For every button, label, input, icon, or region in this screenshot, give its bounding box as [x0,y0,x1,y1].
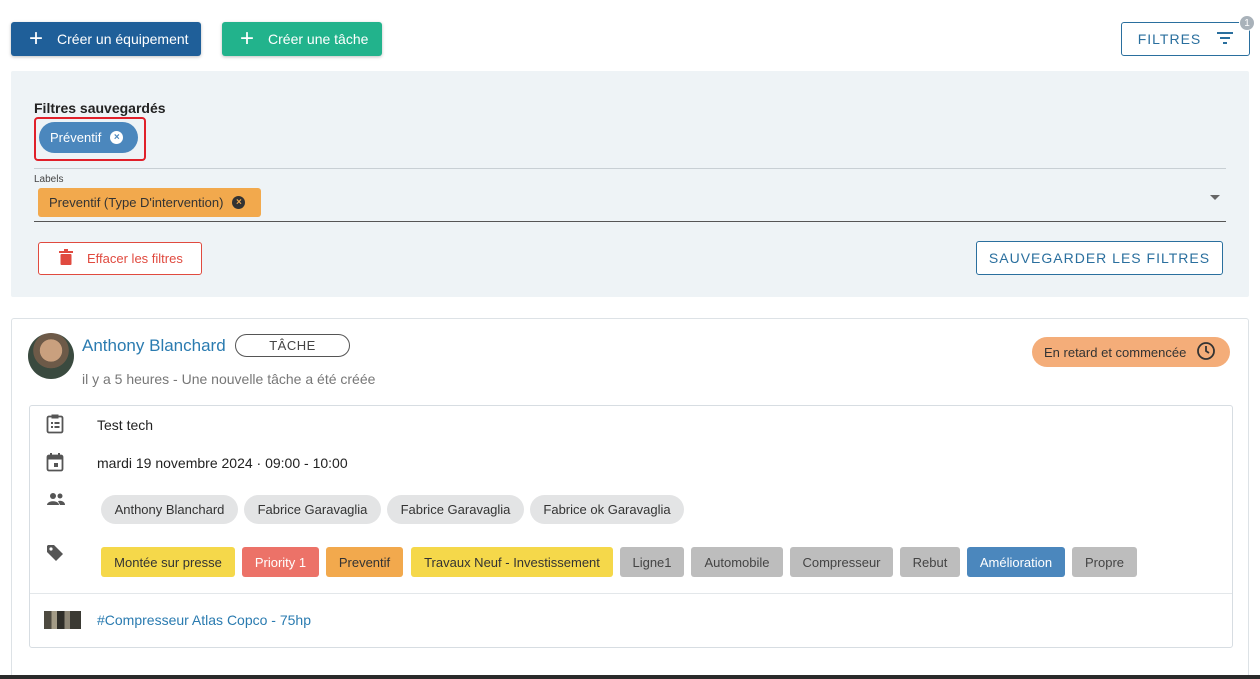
assignee-chip[interactable]: Fabrice Garavaglia [244,495,381,524]
author-name[interactable]: Anthony Blanchard [82,336,226,356]
labels-caption: Labels [34,174,64,185]
close-icon[interactable]: × [232,196,246,209]
activity-subtitle: il y a 5 heures - Une nouvelle tâche a é… [82,371,376,387]
people-icon [46,492,66,512]
divider [34,168,1226,169]
filter-panel: Filtres sauvegardés Préventif × Labels P… [11,71,1249,297]
create-task-label: Créer une tâche [268,31,369,47]
status-label: En retard et commencée [1044,344,1187,360]
task-date: mardi 19 novembre 2024 · 09:00 - 10:00 [97,455,348,471]
activity-card: Anthony Blanchard TÂCHE il y a 5 heures … [11,318,1249,679]
tag-chip[interactable]: Automobile [691,547,783,577]
clear-filters-label: Effacer les filtres [87,251,183,266]
assignee-chip[interactable]: Fabrice ok Garavaglia [530,495,684,524]
task-title: Test tech [97,417,154,433]
chevron-down-icon[interactable] [1210,195,1220,200]
create-task-button[interactable]: + Créer une tâche [222,22,382,56]
save-filters-button[interactable]: SAUVEGARDER LES FILTRES [976,241,1223,275]
tag-chip[interactable]: Preventif [326,547,403,577]
filter-icon [1217,31,1234,48]
close-icon[interactable]: × [110,131,124,144]
bottom-edge [0,675,1260,679]
tag-chip[interactable]: Ligne1 [620,547,684,577]
assignee-chip[interactable]: Fabrice Garavaglia [387,495,524,524]
trash-icon [59,249,73,268]
calendar-icon [46,453,66,473]
divider [30,593,1232,594]
task-details: Test tech mardi 19 novembre 2024 · 09:00… [29,405,1233,648]
label-filter-chip[interactable]: Preventif (Type D'intervention) × [38,188,261,217]
avatar[interactable] [28,333,74,379]
tag-chip[interactable]: Compresseur [790,547,893,577]
tag-chip[interactable]: Priority 1 [242,547,319,577]
label-filter-chip-label: Preventif (Type D'intervention) [49,195,224,210]
saved-filters-title: Filtres sauvegardés [34,100,166,116]
tag-icon [46,544,66,564]
clear-filters-button[interactable]: Effacer les filtres [38,242,202,275]
saved-filter-chip[interactable]: Préventif × [39,122,138,153]
saved-filter-chip-label: Préventif [50,130,102,145]
clock-alert-icon [1196,341,1216,364]
tag-chip[interactable]: Travaux Neuf - Investissement [411,547,613,577]
tag-chip[interactable]: Montée sur presse [101,547,235,577]
create-equipment-label: Créer un équipement [57,31,189,47]
assignee-chip[interactable]: Anthony Blanchard [101,495,238,524]
tag-chip[interactable]: Propre [1072,547,1137,577]
plus-icon: + [240,25,255,52]
equipment-link[interactable]: #Compresseur Atlas Copco - 75hp [97,612,311,628]
filters-button[interactable]: FILTRES [1121,22,1250,56]
labels-select-underline [34,221,1226,222]
plus-icon: + [29,25,44,52]
status-badge: En retard et commencée [1032,337,1230,367]
equipment-thumbnail [44,611,81,629]
tag-chip[interactable]: Amélioration [967,547,1065,577]
tag-chip[interactable]: Rebut [900,547,960,577]
filters-count-badge: 1 [1239,15,1255,31]
filters-label: FILTRES [1137,31,1202,47]
clipboard-icon [46,414,66,434]
type-badge: TÂCHE [235,334,350,357]
create-equipment-button[interactable]: + Créer un équipement [11,22,201,56]
